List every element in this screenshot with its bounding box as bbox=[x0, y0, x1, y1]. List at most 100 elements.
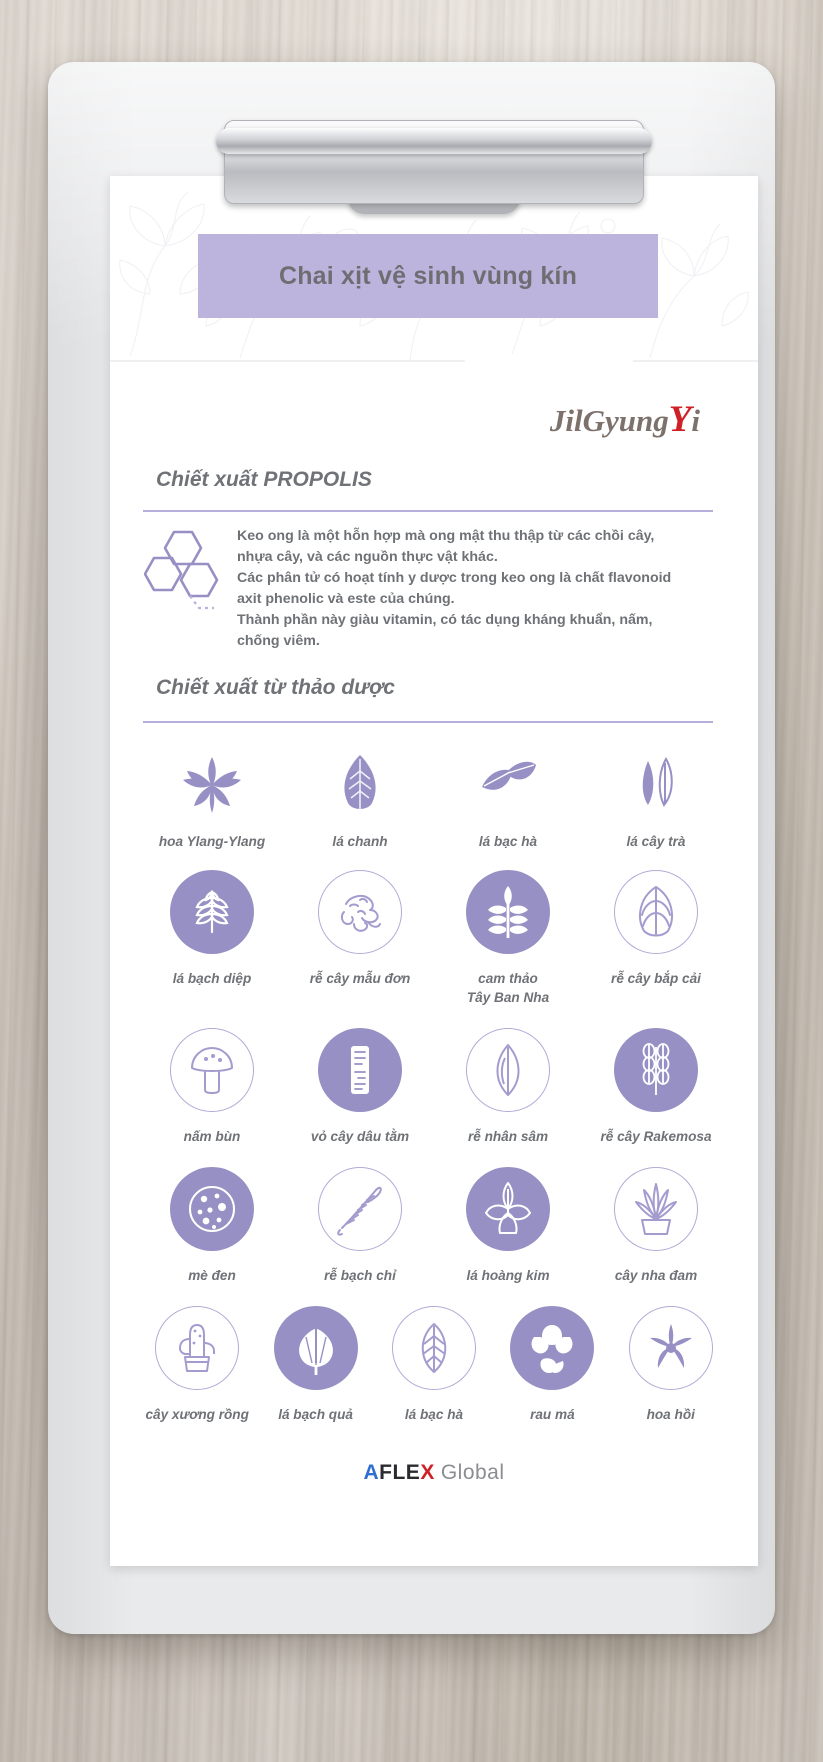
herb-row: nấm bùn vỏ cây dâu tằm rễ nhân sâm rễ cây R… bbox=[138, 1025, 730, 1146]
herb-label: lá bạch quả bbox=[278, 1407, 353, 1422]
clipboard: Chai xịt vệ sinh vùng kín JilGyungYi Chi… bbox=[48, 62, 775, 1634]
aflex-global: Global bbox=[440, 1461, 505, 1484]
title-banner: Chai xịt vệ sinh vùng kín bbox=[198, 234, 658, 318]
brand-accent-letter: Y bbox=[668, 399, 692, 440]
herb-label: rễ cây Rakemosa bbox=[600, 1129, 712, 1144]
herb-item[interactable]: lá chanh bbox=[286, 740, 434, 851]
watermark-divider-right bbox=[633, 360, 758, 362]
herb-label: lá bạc hà bbox=[478, 834, 538, 849]
herb-icon-wrap bbox=[510, 1303, 595, 1393]
watermark-divider-left bbox=[110, 360, 465, 362]
herb-item[interactable]: lá bạc hà bbox=[375, 1303, 493, 1424]
clip-bar[interactable] bbox=[216, 128, 652, 154]
herb-label: rễ cây bắp cải bbox=[611, 971, 701, 986]
herb-label: rễ nhân sâm bbox=[467, 1129, 549, 1144]
herb-circle-filled bbox=[273, 1306, 358, 1390]
page-title: Chai xịt vệ sinh vùng kín bbox=[278, 261, 578, 290]
herb-circle-outline bbox=[614, 870, 698, 954]
herb-icon-wrap bbox=[170, 1164, 254, 1254]
herb-label: hoa hồi bbox=[646, 1407, 695, 1422]
herb-circle-outline bbox=[155, 1306, 240, 1390]
propolis-line: Thành phần này giàu vitamin, có tác dụng… bbox=[237, 612, 653, 628]
herb-label: cây nha đam bbox=[614, 1268, 698, 1283]
propolis-divider bbox=[143, 510, 713, 512]
ginseng-leaf-icon bbox=[483, 1042, 533, 1098]
cactus-icon bbox=[171, 1319, 223, 1377]
herb-label: rau má bbox=[530, 1407, 575, 1422]
herb-icon-plain bbox=[614, 741, 698, 825]
herb-item[interactable]: hoa Ylang-Ylang bbox=[138, 740, 286, 851]
herb-label: cây xương rồng bbox=[145, 1407, 249, 1422]
aflex-x: X bbox=[420, 1461, 435, 1484]
star-anise-icon bbox=[645, 1320, 697, 1376]
paper-sheet: Chai xịt vệ sinh vùng kín JilGyungYi Chi… bbox=[110, 176, 758, 1566]
tea-leaf-icon bbox=[624, 751, 688, 815]
herb-item[interactable]: cây nha đam bbox=[582, 1164, 730, 1285]
ginkgo-leaf-icon bbox=[290, 1319, 342, 1377]
herb-icon-wrap bbox=[628, 1303, 713, 1393]
herb-label: rễ bạch chỉ bbox=[324, 1268, 396, 1283]
hexagon-molecule-icon bbox=[144, 530, 219, 610]
herb-item[interactable]: lá bạch diệp bbox=[138, 867, 286, 988]
herb-circle-outline bbox=[628, 1306, 713, 1390]
aflex-fle: FLE bbox=[379, 1461, 421, 1484]
herb-row: lá bạch diệp rễ cây mẫu đơn cam thảo Tây Ba… bbox=[138, 867, 730, 1007]
herb-icon-wrap bbox=[170, 1025, 254, 1115]
herb-item[interactable]: rau má bbox=[493, 1303, 611, 1424]
herb-item[interactable]: lá cây trà bbox=[582, 740, 730, 851]
aflex-a: A bbox=[363, 1461, 380, 1484]
herb-row: cây xương rồng lá bạch quả lá bạc hà rau má… bbox=[138, 1303, 730, 1424]
herb-item[interactable]: cam thảo Tây Ban Nha bbox=[434, 867, 582, 1007]
propolis-line: axit phenolic và este của chúng. bbox=[237, 591, 455, 607]
herb-circle-outline bbox=[318, 1167, 402, 1251]
herb-icon-wrap bbox=[391, 1303, 476, 1393]
brand-logo: JilGyungYi bbox=[550, 398, 700, 441]
herb-item[interactable]: rễ nhân sâm bbox=[434, 1025, 582, 1146]
propolis-description: Keo ong là một hỗn hợp mà ong mật thu th… bbox=[237, 526, 717, 652]
herb-item[interactable]: rễ cây mẫu đơn bbox=[286, 867, 434, 988]
herb-circle-filled bbox=[466, 1167, 550, 1251]
herb-circle-filled bbox=[614, 1028, 698, 1112]
herb-label: vỏ cây dâu tằm bbox=[310, 1129, 410, 1144]
rakemosa-root-icon bbox=[631, 1041, 681, 1099]
herb-icon-wrap bbox=[466, 867, 550, 957]
brand-part2: i bbox=[691, 403, 700, 438]
herb-item[interactable]: nấm bùn bbox=[138, 1025, 286, 1146]
herb-item[interactable]: lá bạc hà bbox=[434, 740, 582, 851]
cypress-leaf-icon bbox=[188, 886, 236, 938]
herb-label: lá chanh bbox=[332, 834, 388, 849]
herb-item[interactable]: rễ bạch chỉ bbox=[286, 1164, 434, 1285]
herb-item[interactable]: lá bạch quả bbox=[256, 1303, 374, 1424]
herb-circle-outline bbox=[466, 1028, 550, 1112]
herb-icon-wrap bbox=[466, 1164, 550, 1254]
herb-icon-wrap bbox=[466, 740, 550, 826]
golden-leaf-icon bbox=[482, 1181, 534, 1237]
herb-item[interactable]: mè đen bbox=[138, 1164, 286, 1285]
aloe-plant-icon bbox=[630, 1180, 682, 1238]
propolis-line: nhựa cây, và các nguồn thực vật khác. bbox=[237, 549, 498, 565]
herb-item[interactable]: hoa hồi bbox=[612, 1303, 730, 1424]
herb-icon-wrap bbox=[614, 740, 698, 826]
cabbage-root-icon bbox=[630, 883, 682, 941]
mint-leaf-icon bbox=[408, 1320, 460, 1376]
herb-item[interactable]: rễ cây bắp cải bbox=[582, 867, 730, 988]
herb-circle-filled bbox=[170, 1167, 254, 1251]
herb-item[interactable]: lá hoàng kim bbox=[434, 1164, 582, 1285]
footer-logo: A FLE X Global bbox=[110, 1461, 758, 1485]
herb-item[interactable]: vỏ cây dâu tằm bbox=[286, 1025, 434, 1146]
herb-item[interactable]: rễ cây Rakemosa bbox=[582, 1025, 730, 1146]
herbs-divider bbox=[143, 721, 713, 723]
herb-item[interactable]: cây xương rồng bbox=[138, 1303, 256, 1424]
herb-circle-outline bbox=[318, 870, 402, 954]
mulberry-bark-icon bbox=[335, 1042, 385, 1098]
herb-icon-wrap bbox=[170, 740, 254, 826]
herb-icon-wrap bbox=[170, 867, 254, 957]
mint-leaves-icon bbox=[476, 751, 540, 815]
propolis-line: Các phân tử có hoạt tính y dược trong ke… bbox=[237, 570, 672, 586]
brand-part1: JilGyung bbox=[549, 403, 669, 438]
licorice-plant-icon bbox=[482, 884, 534, 940]
herb-label: hoa Ylang-Ylang bbox=[158, 834, 266, 849]
herb-icon-wrap bbox=[614, 867, 698, 957]
herb-circle-filled bbox=[510, 1306, 595, 1390]
herb-circle-filled bbox=[318, 1028, 402, 1112]
